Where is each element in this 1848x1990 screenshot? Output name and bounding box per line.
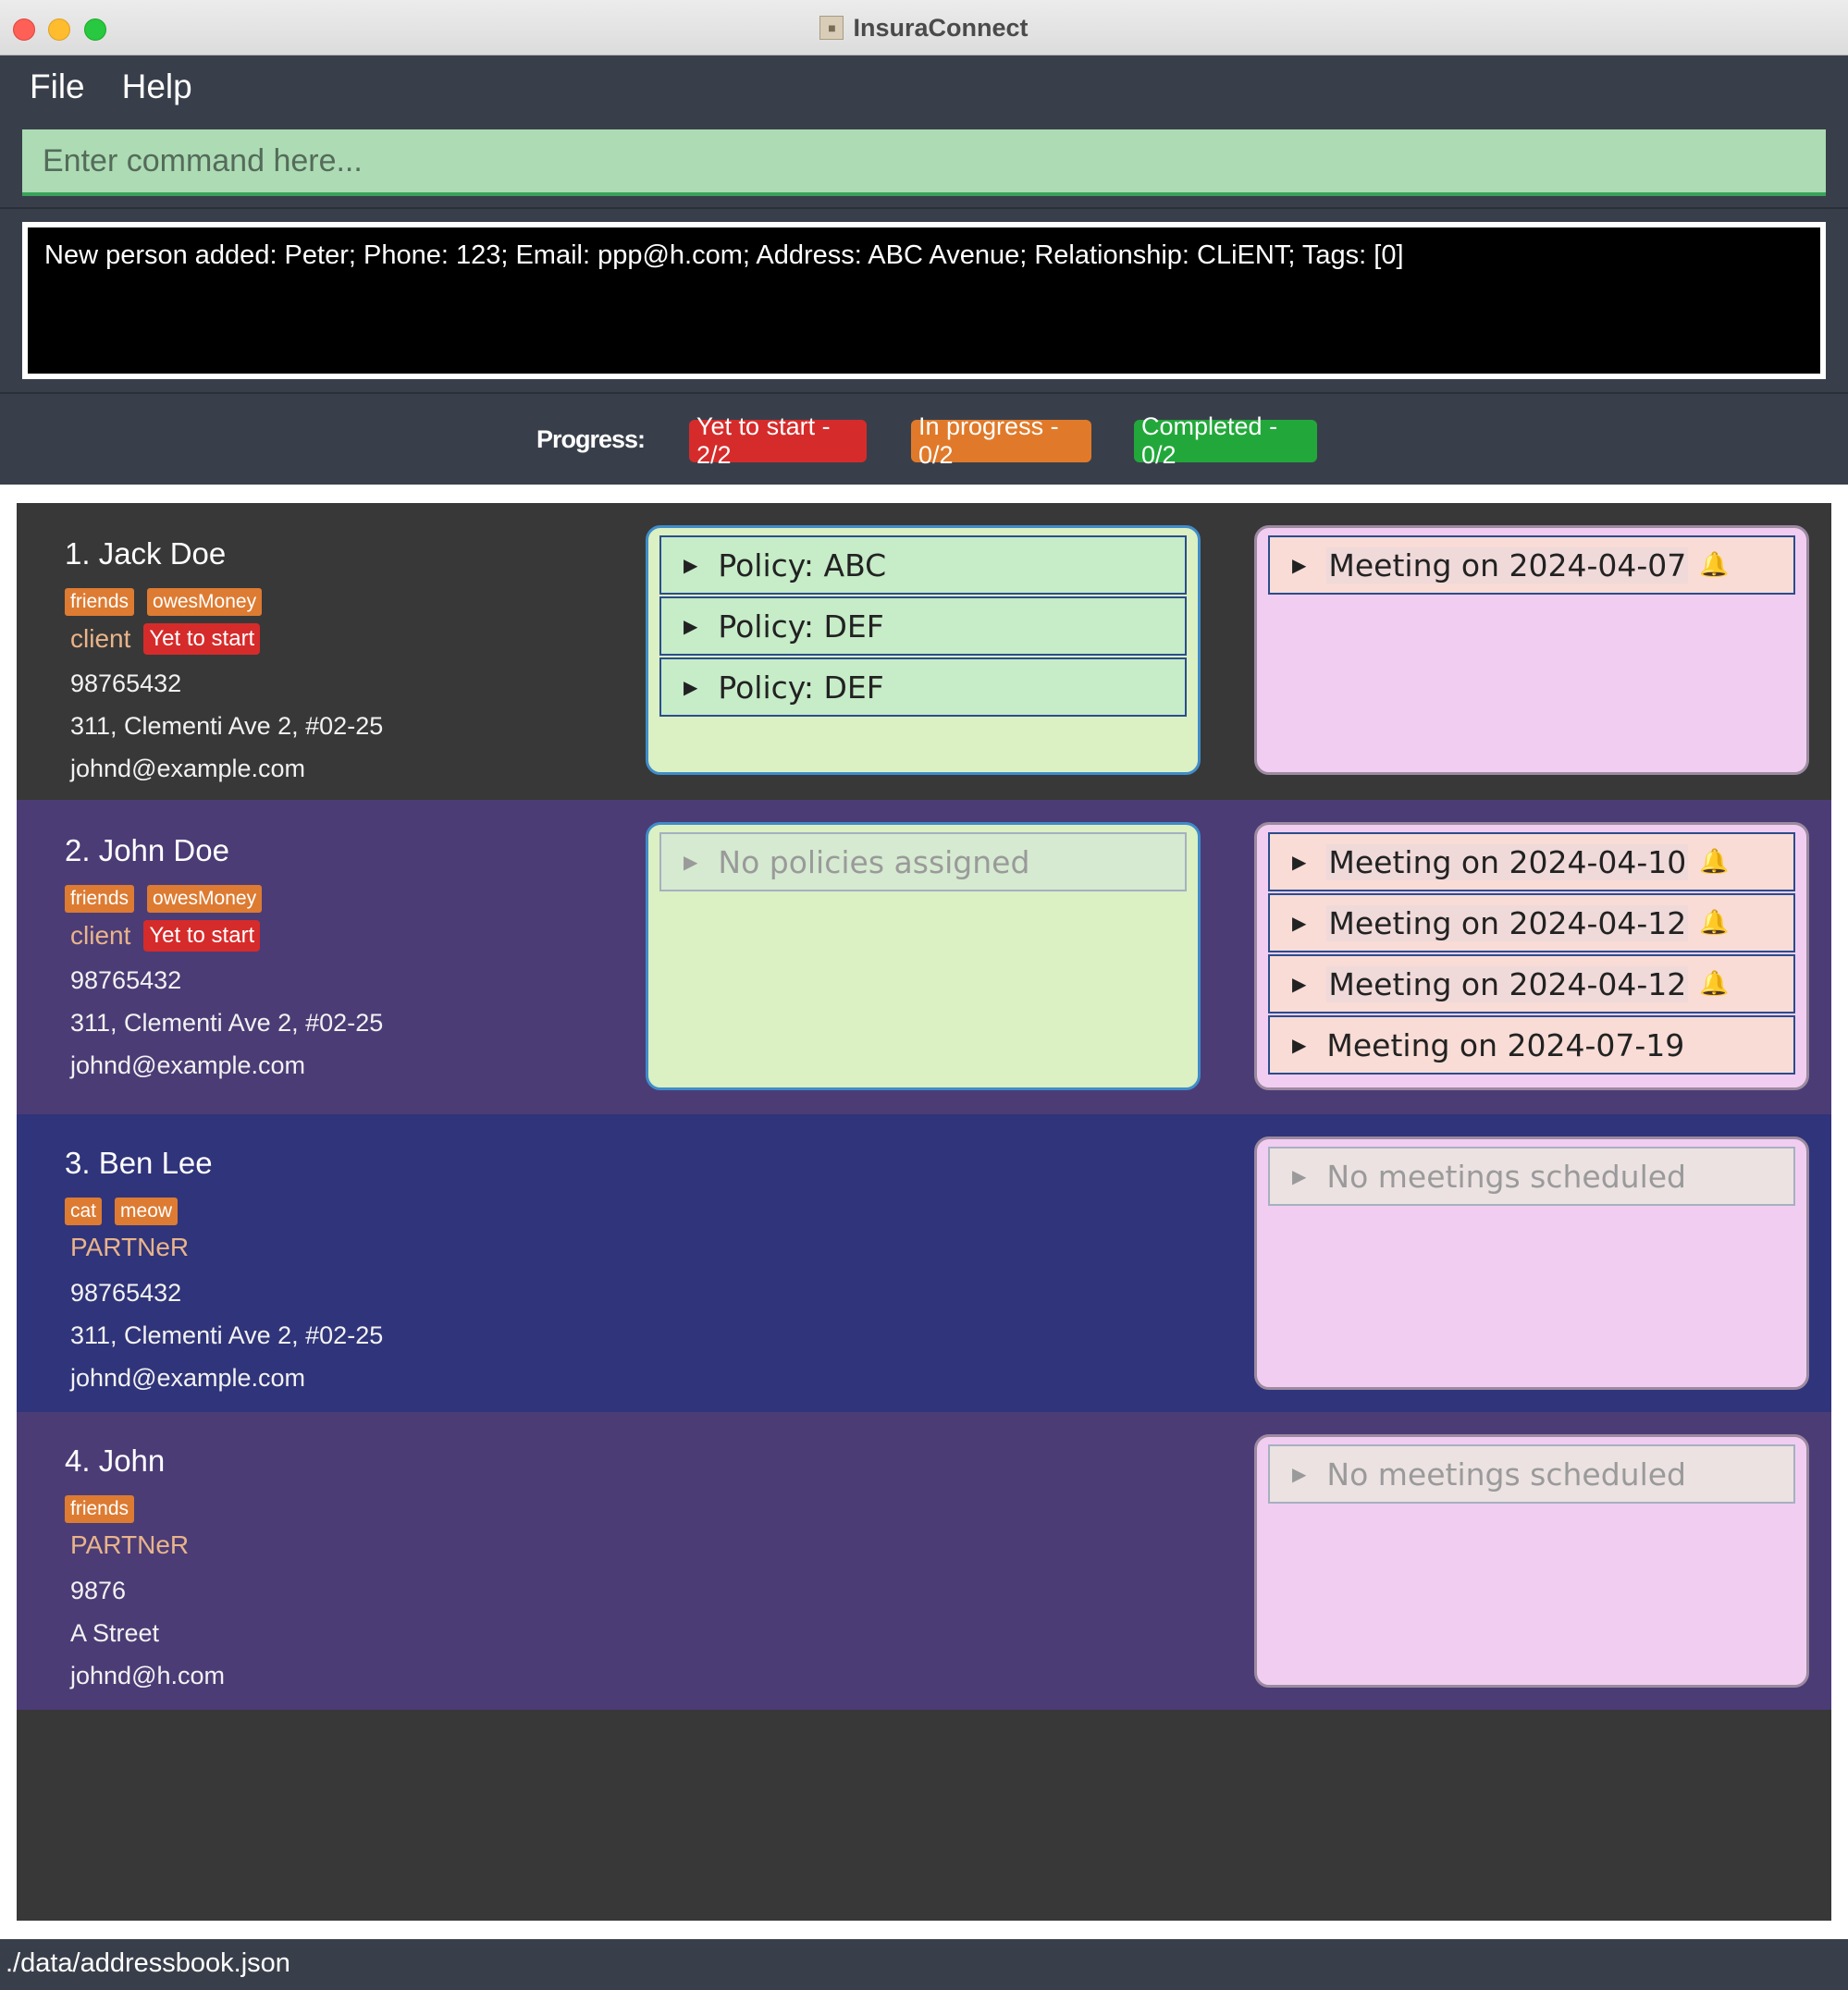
meeting-list: ▶ Meeting on 2024-04-07 🔔 [1254, 525, 1809, 775]
policy-label: Policy: DEF [718, 669, 884, 706]
email-text: johnd@example.com [70, 1051, 306, 1079]
phone-text: 98765432 [70, 669, 182, 697]
person-card[interactable]: 2. John Doe friends owesMoney client Yet… [17, 800, 1831, 1114]
triangle-right-icon[interactable]: ▶ [684, 615, 697, 637]
meeting-item[interactable]: ▶ Meeting on 2024-04-10 🔔 [1268, 832, 1795, 891]
meeting-placeholder: ▶ No meetings scheduled [1268, 1147, 1795, 1206]
progress-bar-row: Progress: Yet to start - 2/2 In progress… [0, 392, 1848, 485]
bell-icon: 🔔 [1699, 909, 1730, 937]
relationship-label: client [70, 921, 131, 950]
progress-yet-to-start-badge: Yet to start - 2/2 [689, 412, 867, 469]
command-input[interactable] [22, 129, 1826, 196]
address-text: A Street [70, 1619, 160, 1647]
email-text: johnd@example.com [70, 755, 306, 782]
command-box [0, 118, 1848, 207]
tag-label: meow [115, 1198, 179, 1225]
email-text: johnd@example.com [70, 1364, 306, 1392]
meeting-label: Meeting on 2024-04-12 [1326, 965, 1689, 1002]
meeting-empty-label: No meetings scheduled [1326, 1456, 1686, 1492]
relationship-label: PARTNeR [70, 1530, 190, 1559]
triangle-right-icon: ▶ [1292, 1165, 1307, 1187]
phone-text: 98765432 [70, 1279, 182, 1307]
person-name: 4. John [65, 1443, 166, 1478]
meeting-item[interactable]: ▶ Meeting on 2024-04-12 🔔 [1268, 893, 1795, 952]
triangle-right-icon[interactable]: ▶ [1292, 912, 1306, 934]
save-location-path: ./data/addressbook.json [6, 1948, 290, 1978]
menu-help[interactable]: Help [122, 68, 192, 106]
policy-item[interactable]: ▶ Policy: DEF [659, 657, 1187, 717]
meeting-item[interactable]: ▶ Meeting on 2024-04-07 🔔 [1268, 535, 1795, 595]
tag-label: owesMoney [147, 885, 263, 913]
meeting-label: Meeting on 2024-04-07 [1326, 547, 1689, 583]
progress-in-progress-badge: In progress - 0/2 [911, 412, 1091, 469]
app-icon: ■ [819, 16, 844, 40]
relationship-label: client [70, 624, 131, 653]
triangle-right-icon: ▶ [684, 851, 698, 873]
phone-text: 98765432 [70, 966, 182, 994]
policy-placeholder: ▶ No policies assigned [659, 832, 1187, 891]
person-name: 1. Jack Doe [65, 536, 227, 571]
meeting-item[interactable]: ▶ Meeting on 2024-04-12 🔔 [1268, 954, 1795, 1013]
menu-file[interactable]: File [30, 68, 85, 106]
policy-list: ▶ Policy: ABC ▶ Policy: DEF ▶ Policy: DE… [646, 525, 1201, 775]
bell-icon: 🔔 [1699, 551, 1730, 579]
window-title: InsuraConnect [853, 13, 1029, 42]
result-display: New person added: Peter; Phone: 123; Ema… [22, 222, 1826, 379]
person-card[interactable]: 3. Ben Lee cat meow PARTNeR 98765432 311… [17, 1114, 1831, 1412]
tag-label: cat [65, 1198, 103, 1225]
person-card[interactable]: 4. John friends PARTNeR 9876 A Street jo… [17, 1412, 1831, 1710]
phone-text: 9876 [70, 1577, 127, 1604]
tag-label: friends [65, 588, 135, 616]
person-card[interactable]: 1. Jack Doe friends owesMoney client Yet… [17, 503, 1831, 800]
address-text: 311, Clementi Ave 2, #02-25 [70, 1009, 384, 1037]
status-bar: ./data/addressbook.json [0, 1939, 1848, 1990]
menu-bar: File Help [0, 55, 1848, 118]
meeting-list: ▶ Meeting on 2024-04-10 🔔 ▶ Meeting on 2… [1254, 822, 1809, 1090]
person-list-container: 1. Jack Doe friends owesMoney client Yet… [0, 485, 1848, 1939]
meeting-empty-label: No meetings scheduled [1326, 1158, 1686, 1195]
status-badge: Yet to start [143, 920, 261, 952]
meeting-label: Meeting on 2024-07-19 [1326, 1026, 1685, 1063]
meeting-list: ▶ No meetings scheduled [1254, 1434, 1809, 1688]
meeting-label: Meeting on 2024-04-12 [1326, 904, 1689, 941]
tag-label: friends [65, 1495, 135, 1523]
tag-label: owesMoney [147, 588, 263, 616]
policy-label: Policy: ABC [718, 547, 887, 583]
address-text: 311, Clementi Ave 2, #02-25 [70, 712, 384, 740]
result-display-area: New person added: Peter; Phone: 123; Ema… [0, 207, 1848, 392]
triangle-right-icon[interactable]: ▶ [684, 676, 697, 698]
address-text: 311, Clementi Ave 2, #02-25 [70, 1321, 384, 1349]
triangle-right-icon[interactable]: ▶ [684, 554, 697, 576]
meeting-label: Meeting on 2024-04-10 [1326, 843, 1689, 880]
progress-completed-badge: Completed - 0/2 [1134, 412, 1317, 469]
policy-empty-label: No policies assigned [718, 843, 1030, 880]
triangle-right-icon: ▶ [1292, 1463, 1307, 1485]
meeting-placeholder: ▶ No meetings scheduled [1268, 1444, 1795, 1504]
triangle-right-icon[interactable]: ▶ [1292, 851, 1306, 873]
relationship-label: PARTNeR [70, 1233, 190, 1261]
person-name: 2. John Doe [65, 833, 229, 867]
meeting-list: ▶ No meetings scheduled [1254, 1136, 1809, 1390]
triangle-right-icon[interactable]: ▶ [1292, 1034, 1306, 1056]
progress-label: Progress: [536, 425, 646, 453]
status-badge: Yet to start [143, 623, 261, 655]
triangle-right-icon[interactable]: ▶ [1292, 973, 1306, 995]
policy-list: ▶ No policies assigned [646, 822, 1201, 1090]
email-text: johnd@h.com [70, 1662, 225, 1689]
person-name: 3. Ben Lee [65, 1146, 213, 1180]
policy-item[interactable]: ▶ Policy: DEF [659, 596, 1187, 656]
triangle-right-icon[interactable]: ▶ [1292, 554, 1306, 576]
bell-icon: 🔔 [1699, 970, 1730, 998]
result-text: New person added: Peter; Phone: 123; Ema… [44, 240, 1404, 270]
tag-label: friends [65, 885, 135, 913]
title-bar: ■ InsuraConnect [0, 0, 1848, 55]
person-list[interactable]: 1. Jack Doe friends owesMoney client Yet… [17, 503, 1831, 1921]
policy-item[interactable]: ▶ Policy: ABC [659, 535, 1187, 595]
policy-label: Policy: DEF [718, 608, 884, 645]
bell-icon: 🔔 [1699, 848, 1730, 876]
meeting-item[interactable]: ▶ Meeting on 2024-07-19 [1268, 1015, 1795, 1075]
